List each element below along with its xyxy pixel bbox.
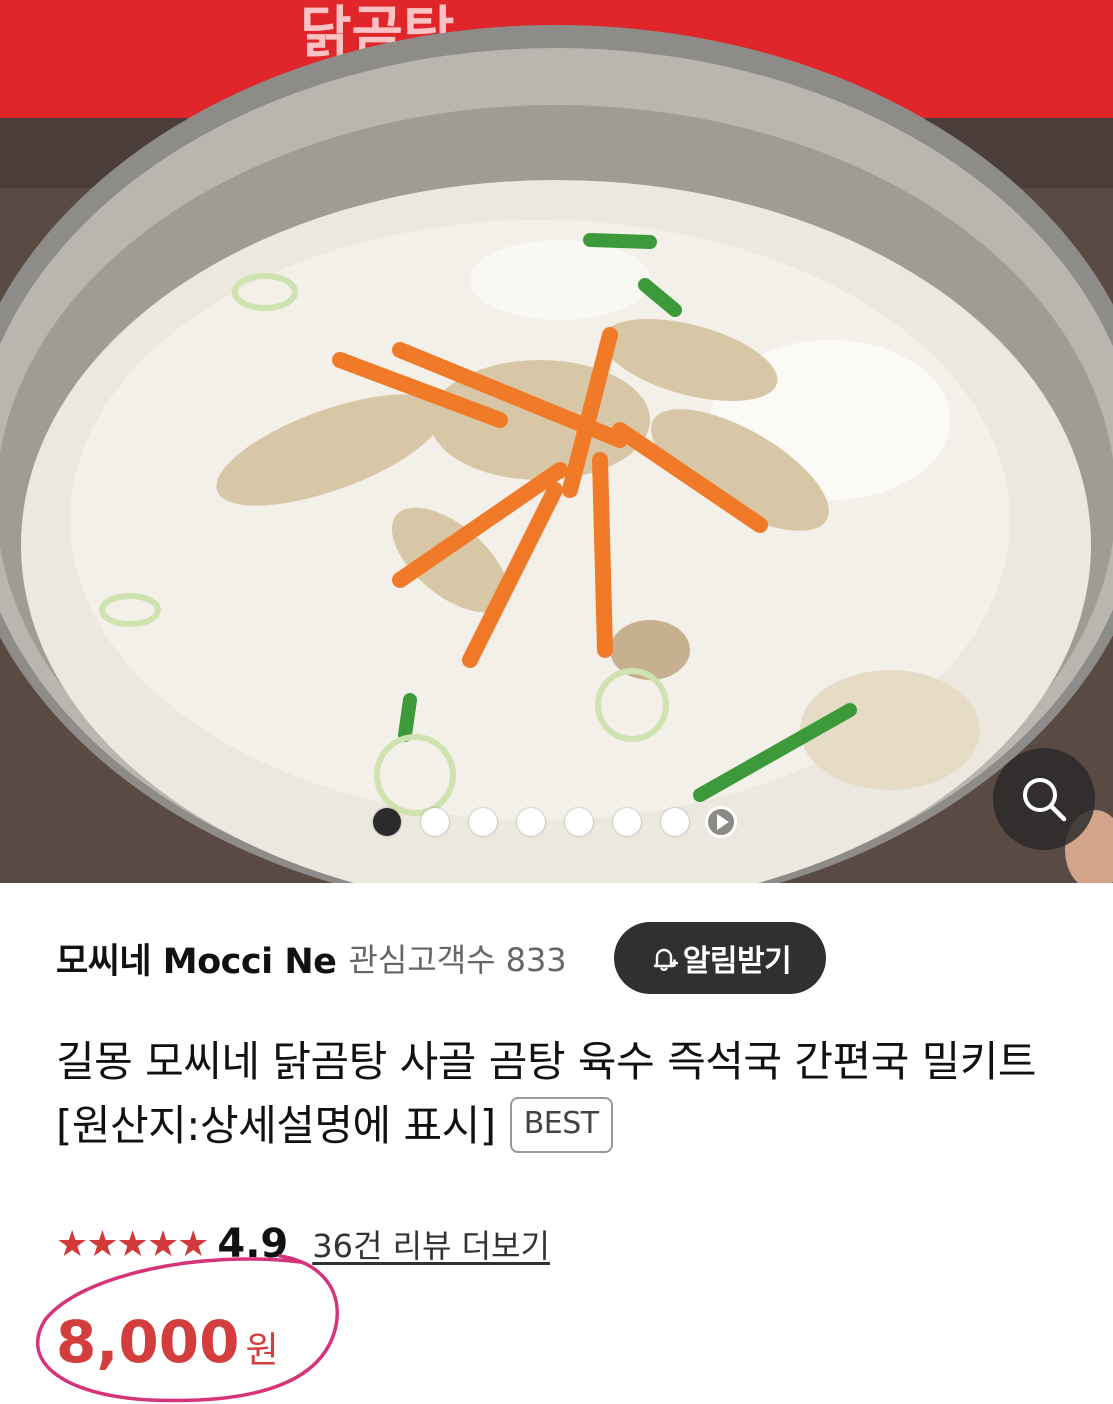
pagination-dot[interactable] — [517, 808, 545, 836]
product-image-gallery[interactable]: 닭곰탕 — [0, 0, 1113, 883]
pagination-dot[interactable] — [373, 808, 401, 836]
pagination-dot[interactable] — [565, 808, 593, 836]
rating-row: ★★★★★ 4.9 36건 리뷰 더보기 — [56, 1218, 550, 1270]
price-amount: 8,000 — [56, 1308, 240, 1376]
autoplay-button[interactable] — [705, 806, 737, 838]
rating-score: 4.9 — [217, 1221, 289, 1267]
interest-number: 833 — [505, 941, 567, 979]
seller-row: 모씨네 Mocci Ne 관심고객수 833 — [56, 922, 567, 994]
star-rating-icon: ★★★★★ — [56, 1223, 209, 1265]
product-photo: 닭곰탕 — [0, 0, 1113, 883]
gallery-pagination — [373, 806, 737, 838]
reviews-link[interactable]: 36건 리뷰 더보기 — [312, 1221, 550, 1267]
interest-label: 관심고객수 — [348, 941, 496, 979]
pagination-dot[interactable] — [613, 808, 641, 836]
zoom-button[interactable] — [993, 748, 1095, 850]
play-icon — [716, 814, 729, 830]
pagination-dot[interactable] — [661, 808, 689, 836]
price-currency: 원 — [245, 1330, 279, 1371]
product-title: 길몽 모씨네 닭곰탕 사골 곰탕 육수 즉석국 간편국 밀키트 [원산지:상세설… — [56, 1030, 1066, 1158]
price: 8,000 원 — [56, 1308, 279, 1388]
notify-button[interactable]: 알림받기 — [614, 922, 826, 994]
notify-label: 알림받기 — [682, 944, 792, 979]
best-badge: BEST — [509, 1096, 613, 1153]
interest-count: 관심고객수 833 — [348, 935, 566, 981]
pagination-dot[interactable] — [469, 808, 497, 836]
seller-name[interactable]: 모씨네 Mocci Ne — [56, 933, 337, 984]
pagination-dot[interactable] — [421, 808, 449, 836]
search-icon — [1023, 778, 1067, 822]
bell-plus-icon — [649, 943, 679, 973]
